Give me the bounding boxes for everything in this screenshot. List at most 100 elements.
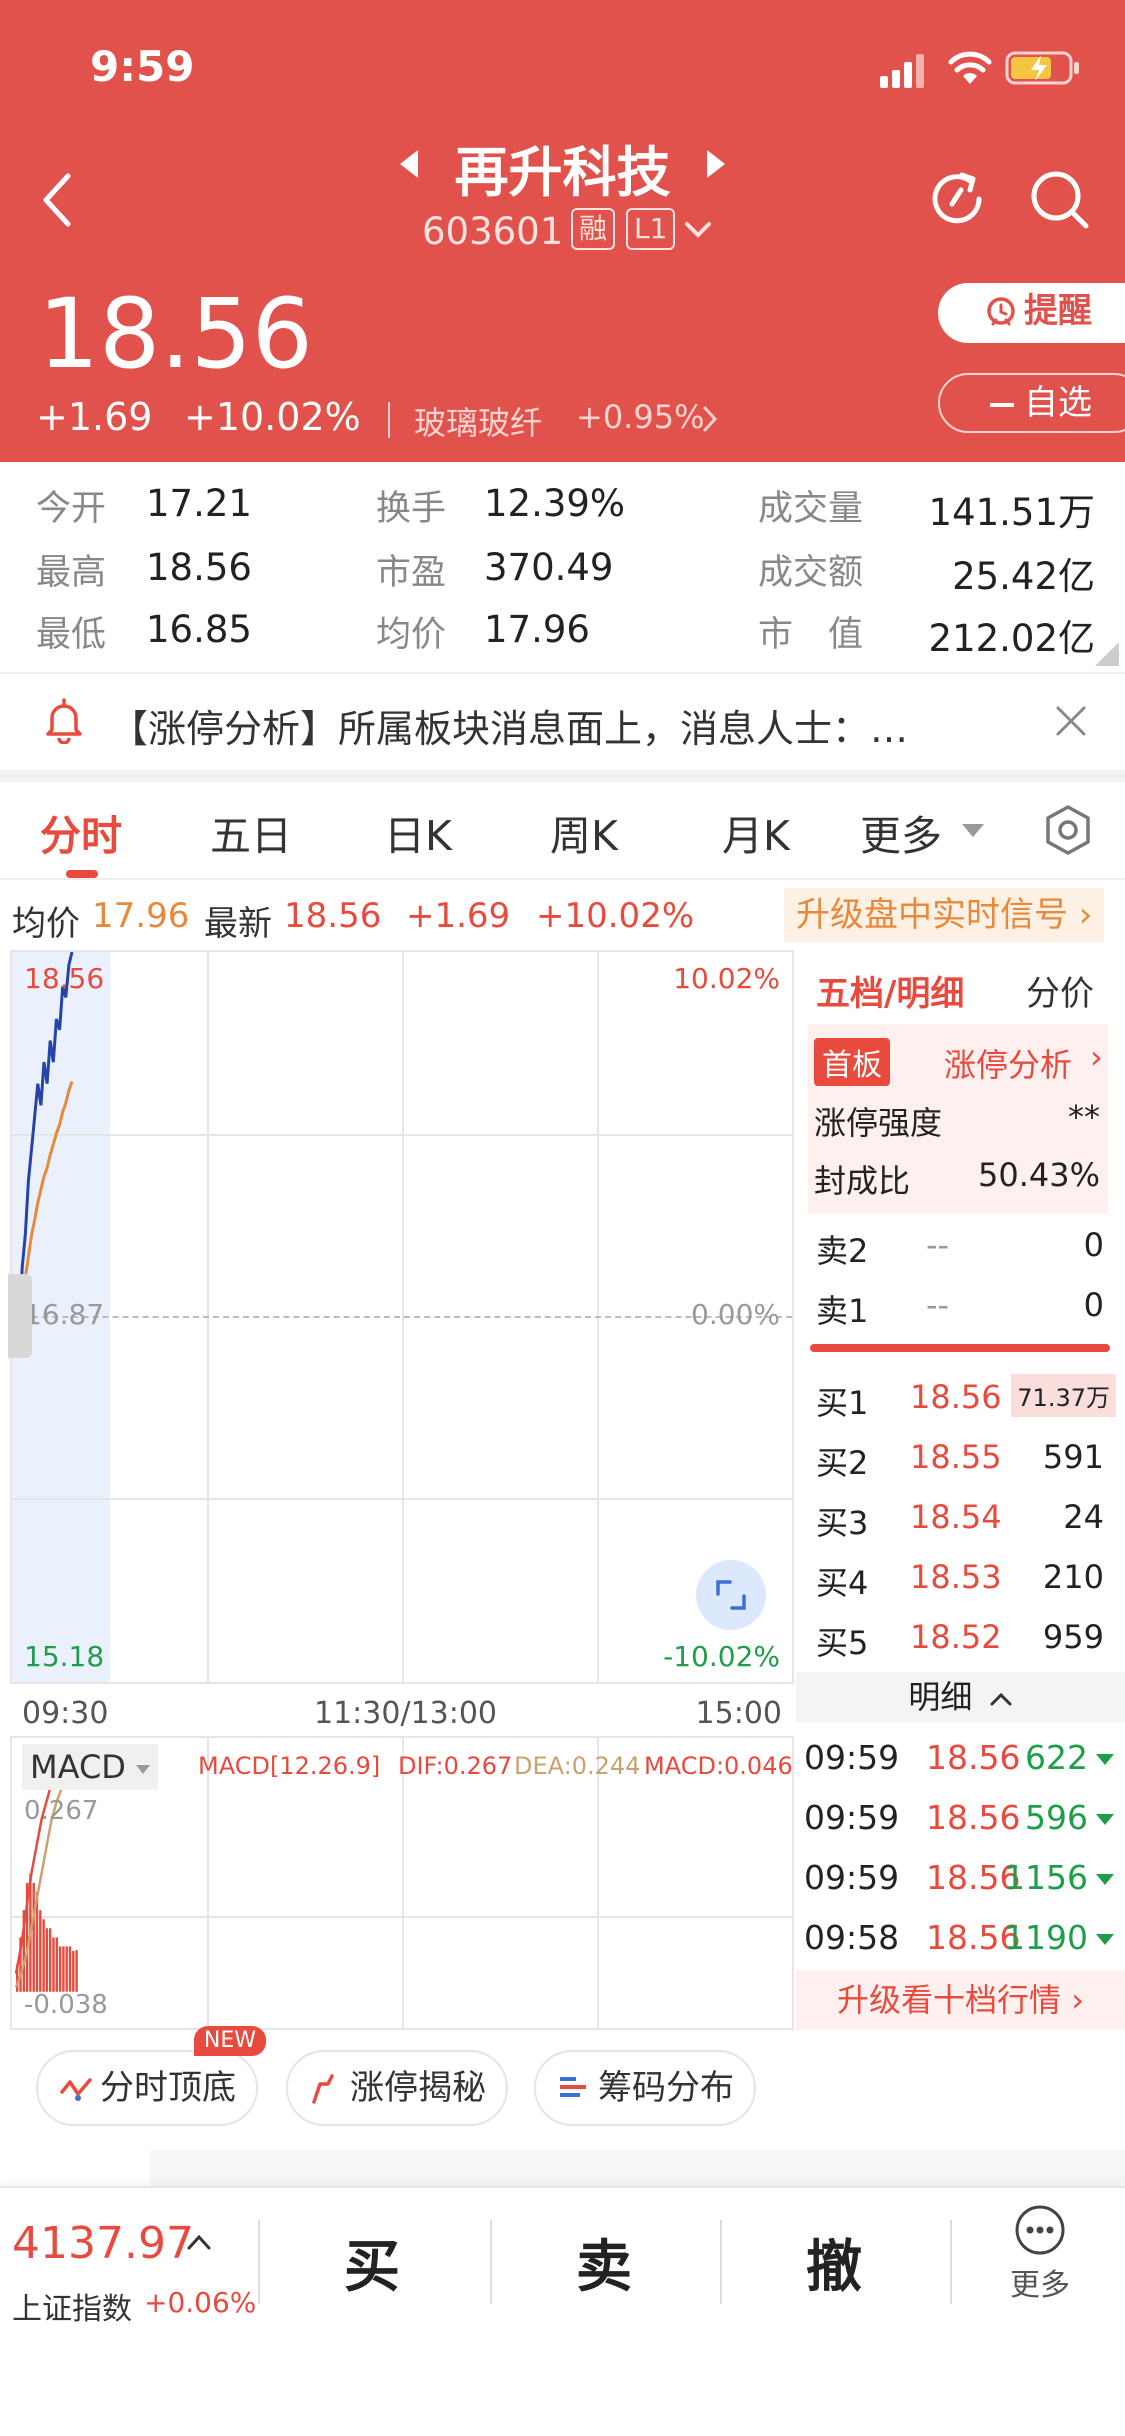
down-arrow-icon <box>1096 1754 1114 1765</box>
stat-value: 370.49 <box>484 546 614 589</box>
stat-value: 17.96 <box>484 608 590 651</box>
watchlist-label: 自选 <box>1024 383 1092 423</box>
tab-five-day[interactable]: 五日 <box>210 802 292 862</box>
down-arrow-icon <box>1096 1934 1114 1945</box>
refresh-icon[interactable] <box>926 168 988 230</box>
chip-distribution-chip[interactable]: 筹码分布 <box>534 2050 756 2126</box>
limit-analysis-link[interactable]: 涨停分析 <box>944 1040 1072 1086</box>
notice-text[interactable]: 【涨停分析】所属板块消息面上，消息人士：… <box>110 698 990 753</box>
expand-corner-icon[interactable] <box>1095 642 1119 666</box>
ask-row: 卖2 -- 0 <box>816 1218 1116 1274</box>
stat-label: 成交量 <box>758 489 864 529</box>
next-stock-icon[interactable] <box>707 150 725 178</box>
bell-icon <box>46 698 82 744</box>
price-change-pct: +10.02% <box>184 395 361 439</box>
index-change: +0.06% <box>144 2286 257 2319</box>
bid-row: 买3 18.54 24 <box>816 1490 1116 1546</box>
bottom-bar: 4137.97 上证指数 +0.06% <box>0 2186 1125 2436</box>
x-label-open: 09:30 <box>22 1696 109 1731</box>
buy-button[interactable]: 买 <box>344 2222 400 2303</box>
tab-monthly-k[interactable]: 月K <box>722 802 790 862</box>
upgrade-signal-label: 升级盘中实时信号 <box>796 895 1068 935</box>
settings-icon[interactable] <box>1044 804 1092 856</box>
latest-change-pct: +10.02% <box>536 896 695 936</box>
bid-price: 18.52 <box>910 1618 1002 1656</box>
price-lines <box>14 952 74 1333</box>
divider <box>490 2220 492 2304</box>
stat-value: 12.39% <box>484 482 626 525</box>
caret-down-icon[interactable] <box>962 824 984 837</box>
signal-icon <box>880 52 932 88</box>
bid-label: 买2 <box>816 1444 869 1482</box>
bid-row: 买4 18.53 210 <box>816 1550 1116 1606</box>
stat-value: 18.56 <box>146 546 252 589</box>
macd-bar <box>39 1910 42 1992</box>
tab-daily-k[interactable]: 日K <box>384 802 452 862</box>
latest-change: +1.69 <box>406 896 511 936</box>
limit-up-secret-chip[interactable]: 涨停揭秘 <box>286 2050 508 2126</box>
sector-name[interactable]: 玻璃玻纤 <box>414 398 542 444</box>
x-label-close: 15:00 <box>695 1696 782 1731</box>
price-dist-tab[interactable]: 分价 <box>1026 966 1094 1015</box>
ask-label: 卖1 <box>816 1292 869 1330</box>
bid-label: 买5 <box>816 1624 869 1662</box>
macd-bar <box>45 1928 49 1992</box>
wave-icon <box>60 2078 92 2101</box>
intraday-chart[interactable]: 18.56 10.02% 16.87 0.00% 15.18 -10.02% <box>8 950 794 1684</box>
new-badge: NEW <box>193 2026 266 2056</box>
trade-time: 09:59 <box>804 1738 900 1777</box>
index-value[interactable]: 4137.97 <box>12 2218 194 2269</box>
fullscreen-button[interactable] <box>696 1560 766 1630</box>
trade-row: 09:58 18.56 1190 <box>804 1912 1124 1968</box>
macd-dif: DIF:0.267 <box>398 1752 513 1780</box>
trade-volume: 596 <box>1025 1798 1088 1837</box>
chevron-right-icon[interactable]: › <box>1090 1038 1103 1076</box>
chevron-up-icon[interactable] <box>186 2232 212 2252</box>
current-price: 18.56 <box>38 278 313 390</box>
macd-panel[interactable]: MACD MACD[12.26.9] DIF:0.267 DEA:0.244 M… <box>10 1738 794 2030</box>
divider <box>258 2220 260 2304</box>
macd-selector-label: MACD <box>30 1748 126 1786</box>
order-book-title[interactable]: 五档/明细 <box>816 966 964 1015</box>
macd-selector[interactable]: MACD <box>22 1744 159 1790</box>
trade-volume: 1156 <box>1004 1858 1088 1897</box>
partial-content-strip <box>150 2150 1125 2190</box>
detail-header[interactable]: 明细 <box>796 1672 1125 1722</box>
search-icon[interactable] <box>1028 168 1092 232</box>
intraday-top-bottom-chip[interactable]: 分时顶底 NEW <box>36 2026 266 2126</box>
macd-dea: DEA:0.244 <box>514 1752 641 1780</box>
alarm-icon <box>987 297 1015 326</box>
more-label: 更多 <box>1010 2268 1070 2303</box>
bid-price: 18.54 <box>910 1498 1002 1536</box>
chevron-up-icon <box>990 1692 1012 1706</box>
section-divider <box>0 770 1125 782</box>
sell-button[interactable]: 卖 <box>576 2222 632 2303</box>
chip-label: 涨停揭秘 <box>350 2068 486 2108</box>
chart-side-handle[interactable] <box>8 1274 32 1358</box>
y-label-bottom-pct: -10.02% <box>663 1640 780 1673</box>
notice-bar[interactable]: 【涨停分析】所属板块消息面上，消息人士：… <box>0 674 1125 770</box>
period-tabs: 分时 五日 日K 周K 月K 更多 <box>0 782 1125 880</box>
chevron-right-icon[interactable] <box>700 404 720 434</box>
macd-top-label: 0.267 <box>24 1796 99 1826</box>
more-button[interactable]: 更多 <box>1000 2204 1080 2314</box>
minus-icon <box>990 402 1014 407</box>
macd-bottom-label: -0.038 <box>24 1990 108 2020</box>
seal-ratio-value: 50.43% <box>977 1156 1100 1194</box>
sector-change[interactable]: +0.95% <box>576 398 704 436</box>
limit-analysis-card[interactable]: 首板 涨停分析 › 涨停强度 ** 封成比 50.43% <box>808 1024 1108 1214</box>
tab-intraday[interactable]: 分时 <box>40 802 122 862</box>
macd-bar <box>68 1946 72 1992</box>
watchlist-button[interactable]: 自选 <box>938 373 1125 433</box>
remind-label: 提醒 <box>1024 291 1092 331</box>
upgrade-signal-button[interactable]: 升级盘中实时信号 › <box>784 888 1105 942</box>
chevron-down-icon[interactable] <box>684 220 712 240</box>
tab-weekly-k[interactable]: 周K <box>550 802 618 862</box>
cancel-order-button[interactable]: 撤 <box>806 2222 862 2303</box>
remind-button[interactable]: 提醒 <box>938 283 1125 343</box>
close-icon[interactable] <box>1054 704 1088 738</box>
tab-more[interactable]: 更多 <box>860 802 942 862</box>
caret-down-icon <box>136 1764 151 1774</box>
upgrade-ten-level-button[interactable]: 升级看十档行情 › <box>796 1970 1125 2030</box>
bid-volume: 71.37万 <box>1011 1374 1116 1417</box>
